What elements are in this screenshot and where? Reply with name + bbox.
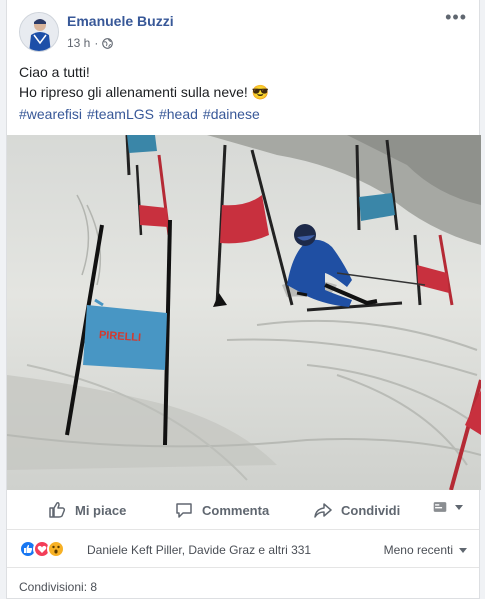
hashtag-link[interactable]: #wearefisi [19, 106, 82, 122]
reaction-icons[interactable] [19, 540, 65, 558]
post-timestamp[interactable]: 13 h [67, 36, 90, 50]
comment-button[interactable]: Commenta [174, 500, 269, 520]
shares-count[interactable]: Condivisioni: 8 [19, 580, 97, 594]
hashtags: #wearefisi #teamLGS #head #dainese [19, 106, 260, 122]
hashtag-link[interactable]: #teamLGS [87, 106, 154, 122]
comment-sort-dropdown[interactable]: Meno recenti [384, 543, 467, 557]
post-header: Emanuele Buzzi 13 h · ••• [7, 0, 479, 60]
share-icon [314, 503, 332, 518]
more-options-icon[interactable]: ••• [445, 8, 467, 26]
comment-icon [176, 503, 192, 518]
page-avatar-icon [433, 502, 447, 512]
share-button[interactable]: Condividi [313, 500, 400, 520]
comment-label: Commenta [202, 502, 270, 518]
post-card: Emanuele Buzzi 13 h · ••• Ciao a tutti! … [6, 0, 481, 599]
post-actions: Mi piace Commenta Condividi [7, 490, 479, 530]
avatar[interactable] [19, 12, 59, 52]
sort-label: Meno recenti [383, 543, 453, 557]
share-label: Condividi [341, 502, 401, 518]
post-text: Ciao a tutti! Ho ripreso gli allenamenti… [19, 62, 469, 102]
post-photo[interactable]: PIRELLI [7, 135, 481, 490]
globe-icon[interactable] [102, 37, 114, 49]
like-label: Mi piace [75, 502, 127, 518]
chevron-down-icon [459, 547, 467, 553]
post-as-selector[interactable] [431, 500, 463, 514]
post-text-line: Ho ripreso gli allenamenti sulla neve! 😎 [19, 84, 270, 100]
hashtag-link[interactable]: #head [159, 106, 198, 122]
chevron-down-icon [455, 504, 463, 510]
thumbs-up-icon [49, 502, 66, 518]
hashtag-link[interactable]: #dainese [203, 106, 260, 122]
post-text-line: Ciao a tutti! [19, 64, 90, 80]
author-name[interactable]: Emanuele Buzzi [67, 13, 174, 29]
reactions-summary[interactable]: Daniele Keft Piller, Davide Graz e altri… [87, 543, 311, 557]
like-button[interactable]: Mi piace [47, 500, 126, 520]
post-meta: 13 h · [67, 36, 114, 50]
wow-reaction-icon [47, 540, 65, 558]
reactions-row: Daniele Keft Piller, Davide Graz e altri… [7, 530, 479, 568]
